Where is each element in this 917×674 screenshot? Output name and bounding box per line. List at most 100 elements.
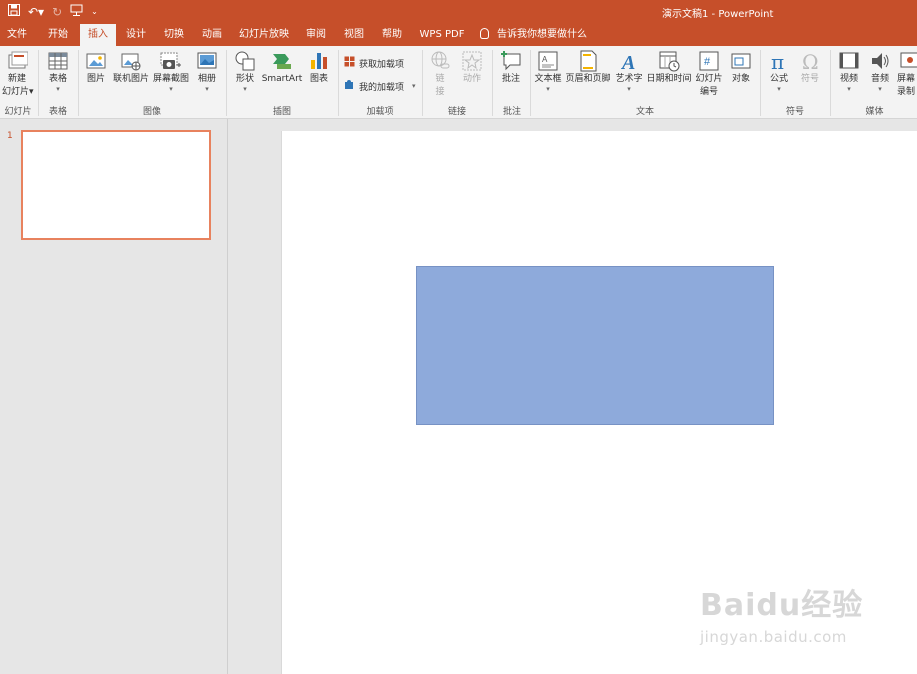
video-button[interactable]: 视频 ▾ <box>835 50 863 93</box>
new-slide-button[interactable]: 新建 幻灯片▾ <box>2 50 34 98</box>
group-label-links: 链接 <box>447 107 466 117</box>
video-label: 视频 <box>839 74 858 84</box>
chevron-down-icon: ▾ <box>546 85 550 93</box>
chart-icon <box>308 50 330 72</box>
svg-text:#: # <box>704 56 711 68</box>
group-label-slides: 幻灯片 <box>4 107 32 117</box>
watermark-title: Baidu经验 <box>700 588 864 623</box>
chevron-down-icon: ▾ <box>169 85 173 93</box>
smartart-button[interactable]: SmartArt <box>261 50 303 85</box>
ribbon: 新建 幻灯片▾ 幻灯片 表格 ▾ 表格 图片 联机图片 屏幕截图 ▾ 相册 ▾ … <box>0 46 917 119</box>
object-icon <box>730 50 752 72</box>
tab-design[interactable]: 设计 <box>118 24 154 46</box>
chart-button[interactable]: 图表 <box>305 50 333 85</box>
audio-label: 音频 <box>870 74 889 84</box>
shapes-button[interactable]: 形状 ▾ <box>231 50 259 93</box>
tab-animations[interactable]: 动画 <box>194 24 230 46</box>
tab-home[interactable]: 开始 <box>38 24 78 46</box>
group-divider <box>226 50 227 116</box>
textbox-button[interactable]: A 文本框 ▾ <box>533 50 563 93</box>
slide-number-label-2: 编号 <box>699 87 718 97</box>
datetime-label: 日期和时间 <box>646 74 692 84</box>
comment-button[interactable]: 批注 <box>497 50 525 85</box>
chevron-down-icon: ▾ <box>777 85 781 93</box>
shapes-label: 形状 <box>235 74 254 84</box>
puzzle-icon <box>344 79 355 93</box>
tab-insert[interactable]: 插入 <box>80 24 116 46</box>
hash-icon: # <box>698 50 720 72</box>
wordart-label: 艺术字 <box>615 74 643 84</box>
customize-icon[interactable]: ⌄ <box>91 3 98 21</box>
tab-slideshow[interactable]: 幻灯片放映 <box>236 24 292 46</box>
chevron-down-icon: ▾ <box>56 85 60 93</box>
tell-me-label: 告诉我你想要做什么 <box>497 29 587 40</box>
slide-number-button[interactable]: # 幻灯片 编号 <box>694 50 724 98</box>
group-label-symbols: 符号 <box>785 107 804 117</box>
my-addins-button[interactable]: 我的加载项 ▾ <box>344 78 416 94</box>
shapes-icon <box>234 50 256 72</box>
store-icon <box>344 56 355 70</box>
slide-thumbnail[interactable] <box>21 130 211 240</box>
redo-icon[interactable]: ↻ <box>52 3 62 21</box>
tab-file[interactable]: 文件 <box>0 24 34 46</box>
save-icon[interactable] <box>8 3 20 21</box>
tab-help[interactable]: 帮助 <box>374 24 410 46</box>
present-icon[interactable] <box>70 3 83 21</box>
rectangle-shape[interactable] <box>416 266 774 425</box>
group-label-text: 文本 <box>635 107 654 117</box>
new-slide-icon <box>6 50 29 72</box>
object-button[interactable]: 对象 <box>727 50 755 85</box>
equation-label: 公式 <box>769 74 788 84</box>
group-label-illustrations: 插图 <box>272 107 291 117</box>
chevron-down-icon: ▾ <box>878 85 882 93</box>
screenshot-button[interactable]: 屏幕截图 ▾ <box>151 50 191 93</box>
header-footer-button[interactable]: 页眉和页脚 <box>565 50 611 85</box>
picture-label: 图片 <box>86 74 105 84</box>
online-picture-button[interactable]: 联机图片 <box>112 50 150 85</box>
get-addins-label: 获取加载项 <box>359 59 405 70</box>
action-button[interactable]: 动作 <box>458 50 486 85</box>
slide-thumbnails-pane[interactable]: 1 <box>0 119 228 674</box>
tab-view[interactable]: 视图 <box>336 24 372 46</box>
get-addins-button[interactable]: 获取加载项 <box>344 55 404 71</box>
picture-button[interactable]: 图片 <box>82 50 110 85</box>
group-label-table: 表格 <box>48 107 67 117</box>
equation-button[interactable]: π 公式 ▾ <box>765 50 793 93</box>
omega-icon: Ω <box>799 50 821 74</box>
screenshot-label: 屏幕截图 <box>152 74 189 84</box>
symbol-button[interactable]: Ω 符号 <box>796 50 824 85</box>
wordart-button[interactable]: A 艺术字 ▾ <box>614 50 644 93</box>
online-picture-icon <box>120 50 142 72</box>
svg-text:Ω: Ω <box>802 50 819 72</box>
undo-icon[interactable]: ↶▾ <box>28 3 44 21</box>
wordart-icon: A <box>618 50 640 74</box>
baidu-watermark: Baidu经验 jingyan.baidu.com <box>700 580 863 646</box>
quick-access-toolbar: ↶▾ ↻ ⌄ <box>8 3 98 21</box>
comment-icon <box>500 50 522 72</box>
svg-text:A: A <box>620 52 635 72</box>
slide-number-label: 幻灯片 <box>695 74 723 84</box>
watermark-url: jingyan.baidu.com <box>700 628 847 646</box>
screen-recording-button[interactable]: 屏幕 录制 <box>897 50 917 98</box>
speaker-icon <box>869 50 891 72</box>
symbol-label: 符号 <box>800 74 819 84</box>
tab-transitions[interactable]: 切换 <box>156 24 192 46</box>
smartart-icon <box>271 50 293 72</box>
group-divider <box>492 50 493 116</box>
textbox-label: 文本框 <box>534 74 562 84</box>
action-label: 动作 <box>462 74 481 84</box>
album-button[interactable]: 相册 ▾ <box>193 50 221 93</box>
pi-icon: π <box>768 50 790 74</box>
object-label: 对象 <box>731 74 750 84</box>
tab-wps-pdf[interactable]: WPS PDF <box>414 24 470 46</box>
tab-review[interactable]: 审阅 <box>298 24 334 46</box>
audio-button[interactable]: 音频 ▾ <box>866 50 894 93</box>
datetime-button[interactable]: 日期和时间 <box>646 50 692 85</box>
chevron-down-icon: ▾ <box>205 85 209 93</box>
group-label-media: 媒体 <box>865 107 884 117</box>
tell-me-search[interactable]: 告诉我你想要做什么 <box>480 24 587 46</box>
chevron-down-icon: ▾ <box>243 85 247 93</box>
table-button[interactable]: 表格 ▾ <box>44 50 72 93</box>
link-button[interactable]: 链 接 <box>428 50 452 98</box>
my-addins-label: 我的加载项 <box>359 82 405 93</box>
